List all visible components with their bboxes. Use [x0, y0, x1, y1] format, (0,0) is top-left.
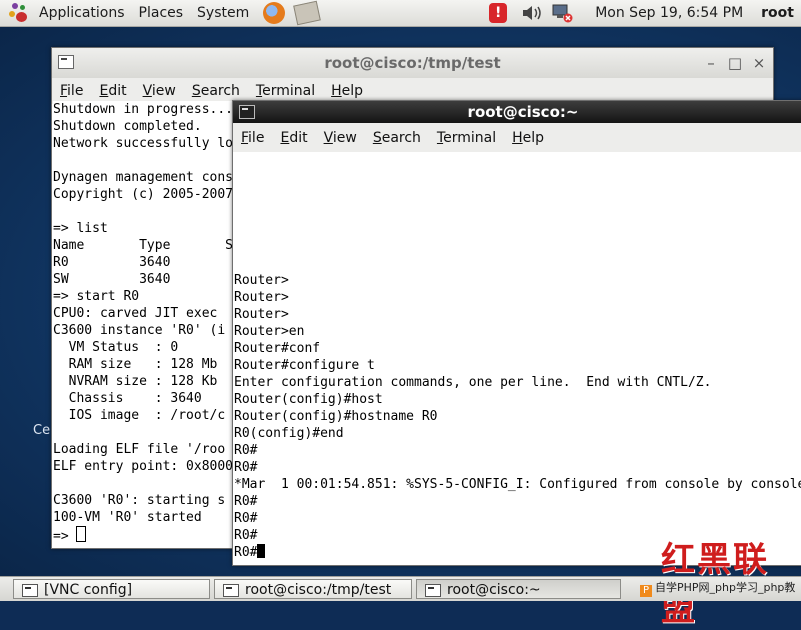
- watermark-site-text: 自学PHP网_php学习_php教: [655, 581, 796, 594]
- terminal-line: *Mar 1 00:01:54.851: %SYS-5-CONFIG_I: Co…: [234, 477, 801, 492]
- terminal-line: Enter configuration commands, one per li…: [234, 375, 712, 390]
- taskbar-label: [VNC config]: [44, 582, 133, 598]
- terminal-icon: [223, 584, 239, 597]
- terminal-cursor: [76, 526, 87, 542]
- terminal-icon: [425, 584, 441, 597]
- menu-file[interactable]: File: [52, 83, 91, 99]
- menu-help[interactable]: Help: [504, 130, 552, 146]
- terminal-line: R0#: [234, 460, 258, 475]
- bottom-panel: [VNC config] root@cisco:/tmp/test root@c…: [0, 576, 801, 601]
- terminal-line: Router>en: [234, 324, 305, 339]
- notepad-icon[interactable]: [293, 0, 322, 26]
- terminal-cursor: [257, 544, 266, 558]
- menu-view[interactable]: View: [135, 83, 184, 99]
- terminal-icon: [239, 105, 255, 119]
- menu-system[interactable]: System: [193, 0, 253, 26]
- gnome-foot-icon[interactable]: [9, 3, 29, 23]
- menu-applications[interactable]: Applications: [35, 0, 129, 26]
- terminal-icon: [58, 55, 74, 69]
- firefox-icon[interactable]: [263, 2, 286, 24]
- taskbar-label: root@cisco:/tmp/test: [245, 582, 392, 598]
- terminal-output[interactable]: Router> Router> Router> Router>en Router#con…: [234, 153, 801, 564]
- menu-terminal[interactable]: Terminal: [429, 130, 504, 146]
- menu-help[interactable]: Help: [323, 83, 371, 99]
- window-icon: [22, 584, 38, 597]
- menu-terminal[interactable]: Terminal: [248, 83, 323, 99]
- terminal-window-home[interactable]: root@cisco:~ File Edit View Search Termi…: [232, 100, 801, 566]
- menu-search[interactable]: Search: [365, 130, 429, 146]
- terminal-line: R0#: [234, 511, 258, 526]
- terminal-line: R0#: [234, 494, 258, 509]
- window-title: root@cisco:~: [467, 103, 579, 121]
- terminal-prompt: R0#: [234, 545, 258, 560]
- taskbar-item-tmp-test[interactable]: root@cisco:/tmp/test: [214, 579, 412, 599]
- taskbar-label: root@cisco:~: [447, 582, 541, 598]
- minimize-icon[interactable]: –: [701, 48, 721, 78]
- user-name[interactable]: root: [761, 5, 794, 21]
- volume-icon[interactable]: [521, 4, 543, 22]
- terminal-line: Router>: [234, 273, 289, 288]
- taskbar-item-home[interactable]: root@cisco:~: [416, 579, 621, 599]
- watermark-site: P 自学PHP网_php学习_php教: [640, 579, 795, 597]
- menu-edit[interactable]: Edit: [91, 83, 134, 99]
- window-title: root@cisco:/tmp/test: [324, 54, 501, 72]
- maximize-icon[interactable]: □: [725, 48, 745, 78]
- window-titlebar[interactable]: root@cisco:~: [233, 101, 801, 123]
- site-logo-icon: P: [640, 585, 652, 597]
- desktop-icon-label[interactable]: Ce: [33, 423, 50, 438]
- terminal-line: Router>: [234, 307, 289, 322]
- terminal-line: Router(config)#hostname R0: [234, 409, 438, 424]
- menu-places[interactable]: Places: [135, 0, 188, 26]
- close-icon[interactable]: ×: [749, 48, 769, 78]
- menu-search[interactable]: Search: [184, 83, 248, 99]
- menu-file[interactable]: File: [233, 130, 272, 146]
- terminal-line: Router#configure t: [234, 358, 375, 373]
- window-titlebar[interactable]: root@cisco:/tmp/test – □ ×: [52, 48, 773, 78]
- taskbar-item-vnc-config[interactable]: [VNC config]: [13, 579, 210, 599]
- network-icon[interactable]: [551, 3, 573, 23]
- update-alert-icon[interactable]: !: [489, 3, 508, 23]
- terminal-line: Router#conf: [234, 341, 321, 356]
- menu-view[interactable]: View: [316, 130, 365, 146]
- terminal-line: R0(config)#end: [234, 426, 344, 441]
- top-panel: Applications Places System ! Mon Sep 19,…: [0, 0, 801, 27]
- terminal-line: Router(config)#host: [234, 392, 383, 407]
- clock[interactable]: Mon Sep 19, 6:54 PM: [595, 5, 743, 21]
- terminal-prompt: =>: [53, 529, 77, 544]
- menu-edit[interactable]: Edit: [272, 130, 315, 146]
- terminal-line: R0#: [234, 443, 258, 458]
- menubar: File Edit View Search Terminal Help: [233, 123, 801, 152]
- terminal-line: Router>: [234, 290, 289, 305]
